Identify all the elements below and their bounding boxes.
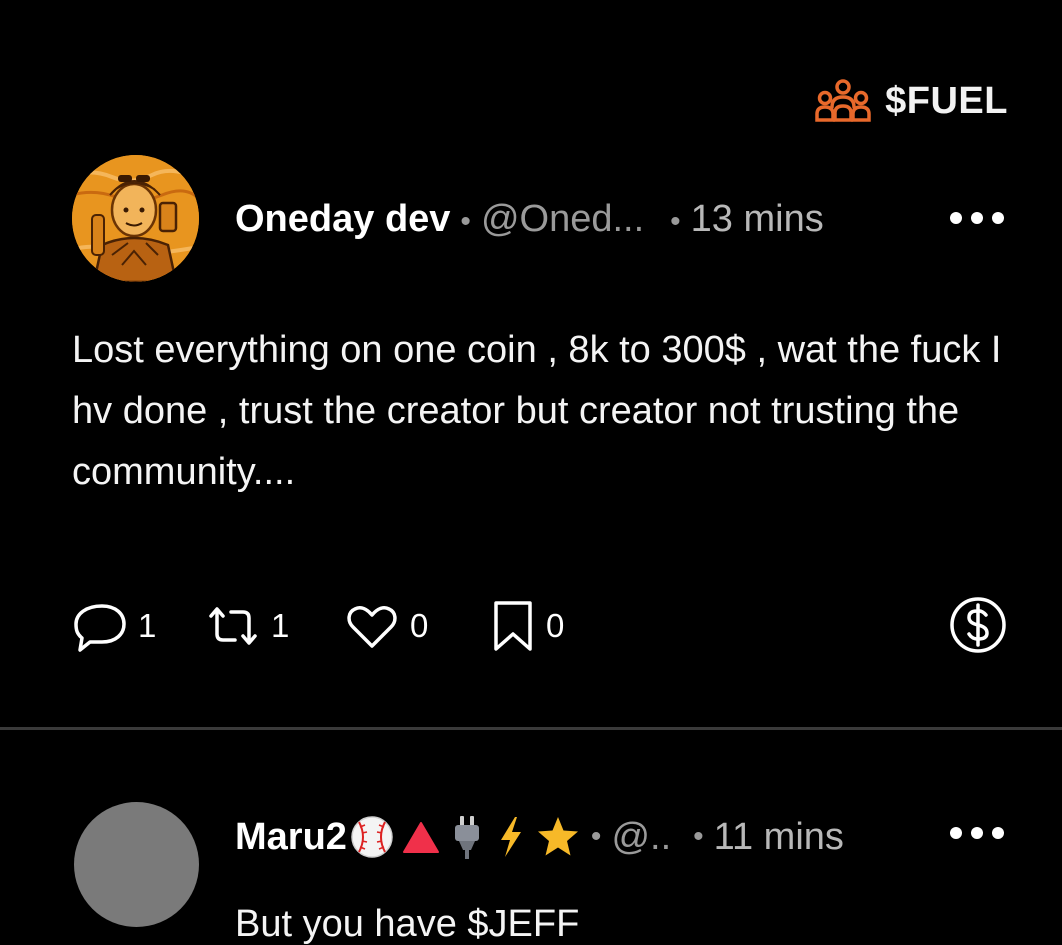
author-avatar[interactable] xyxy=(72,155,199,282)
reply-button[interactable]: 1 xyxy=(72,594,156,658)
reply-more-button[interactable] xyxy=(950,824,1004,842)
post-text: Lost everything on one coin , 8k to 300$… xyxy=(72,329,1002,493)
author-handle[interactable]: @Oned... xyxy=(481,197,644,241)
bookmark-icon xyxy=(494,601,532,651)
reply-count: 1 xyxy=(138,607,157,644)
people-group-icon xyxy=(815,79,871,122)
plug-icon xyxy=(454,816,479,859)
more-dot-icon xyxy=(992,827,1004,839)
repost-icon xyxy=(209,607,257,645)
more-dot-icon xyxy=(992,212,1004,224)
community-tag[interactable]: $FUEL xyxy=(815,78,1008,124)
post-divider xyxy=(0,727,1062,730)
more-dot-icon xyxy=(950,827,962,839)
post-meta: Oneday dev • @Oned... • 13 mins xyxy=(235,197,824,244)
like-button[interactable]: 0 xyxy=(344,594,428,658)
post-header: Oneday dev • @Oned... • 13 mins xyxy=(72,155,1008,283)
baseball-icon xyxy=(351,816,393,858)
meta-separator: • xyxy=(460,205,471,238)
reply-text: But you have $JEFF xyxy=(235,903,580,945)
meta-separator: • xyxy=(590,820,602,853)
reply-author-name[interactable]: Maru2 xyxy=(235,813,347,861)
star-icon xyxy=(537,817,578,856)
comment-icon xyxy=(74,604,126,652)
repost-count: 1 xyxy=(271,607,290,644)
community-name: $FUEL xyxy=(885,79,1008,122)
like-count: 0 xyxy=(410,607,429,644)
author-name[interactable]: Oneday dev xyxy=(235,197,450,241)
reply-author-handle[interactable]: @.. xyxy=(611,813,671,861)
dollar-circle-icon xyxy=(950,597,1006,653)
more-dot-icon xyxy=(950,212,962,224)
tip-button[interactable] xyxy=(948,594,1008,654)
more-dot-icon xyxy=(971,212,983,224)
heart-icon xyxy=(347,606,397,648)
lightning-icon xyxy=(500,817,521,857)
meta-separator: • xyxy=(693,820,704,853)
bookmark-count: 0 xyxy=(546,607,565,644)
bookmark-button[interactable]: 0 xyxy=(490,594,564,658)
post-thread-view: $FUEL Oneday dev • @Oned... • 13 mins Lo… xyxy=(0,0,1062,945)
post-more-button[interactable] xyxy=(950,209,1004,227)
post-action-bar: 1 1 0 0 xyxy=(72,594,1008,658)
post-timestamp: 13 mins xyxy=(690,198,824,240)
avatar-image xyxy=(72,155,199,282)
reply-timestamp: 11 mins xyxy=(713,816,844,858)
repost-button[interactable]: 1 xyxy=(205,594,289,658)
meta-separator: • xyxy=(670,205,681,238)
reply-author-avatar[interactable] xyxy=(74,802,199,927)
more-dot-icon xyxy=(971,827,983,839)
reply-author-emojis xyxy=(349,814,581,860)
red-triangle-icon xyxy=(402,822,439,853)
reply-meta: Maru2 • @.. • 11 mins xyxy=(235,813,844,861)
